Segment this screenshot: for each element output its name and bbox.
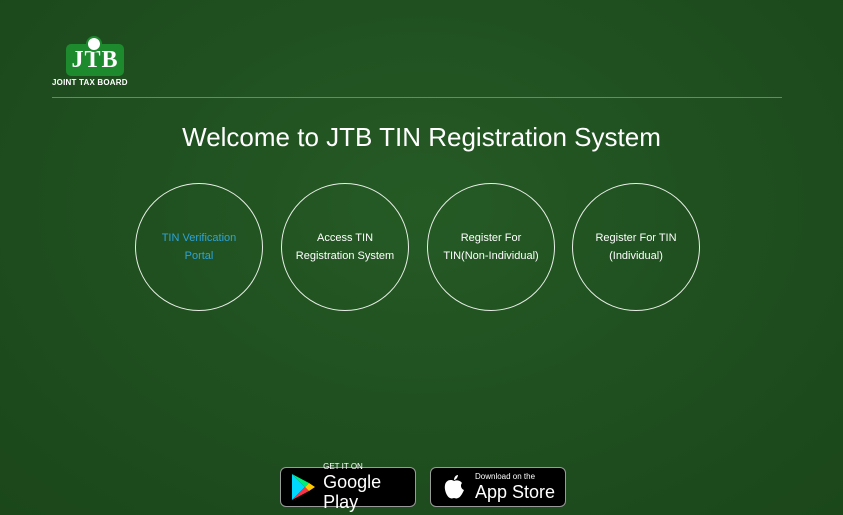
google-play-big-text: Google Play bbox=[323, 472, 382, 512]
tin-verification-portal-button[interactable]: TIN Verification Portal bbox=[135, 183, 263, 311]
google-play-badge[interactable]: GET IT ON Google Play bbox=[280, 462, 416, 512]
register-non-individual-button[interactable]: Register For TIN(Non-Individual) bbox=[427, 183, 555, 311]
app-store-badge[interactable]: Download on the App Store bbox=[430, 467, 566, 507]
coat-of-arms-icon bbox=[86, 36, 102, 52]
option-label-line1: TIN Verification bbox=[161, 232, 237, 244]
option-label-line2: TIN(Non-Individual) bbox=[443, 250, 539, 262]
option-label-line1: Register For bbox=[460, 232, 522, 244]
option-label-line2: Portal bbox=[184, 250, 214, 262]
jtb-logo[interactable]: JTB JOINT TAX BOARD bbox=[52, 36, 142, 88]
app-store-big-text: App Store bbox=[475, 482, 556, 502]
apple-icon bbox=[439, 472, 469, 502]
option-label: Access TIN Registration System bbox=[293, 229, 397, 265]
access-tin-registration-button[interactable]: Access TIN Registration System bbox=[281, 183, 409, 311]
register-individual-button[interactable]: Register For TIN (Individual) bbox=[572, 183, 700, 311]
option-label: TIN Verification Portal bbox=[147, 229, 251, 265]
option-label-line1: Register For TIN bbox=[595, 232, 677, 244]
google-play-small-text: GET IT ON bbox=[323, 462, 363, 471]
option-label: Register For TIN(Non-Individual) bbox=[439, 229, 543, 265]
option-label-line2: Registration System bbox=[295, 250, 395, 262]
option-label-line2: (Individual) bbox=[609, 250, 663, 262]
option-label-line1: Access TIN bbox=[316, 232, 374, 244]
header-divider bbox=[52, 97, 782, 98]
option-label: Register For TIN (Individual) bbox=[584, 229, 688, 265]
app-store-small-text: Download on the bbox=[475, 472, 536, 481]
logo-caption: JOINT TAX BOARD bbox=[52, 78, 128, 87]
google-play-icon bbox=[289, 472, 317, 502]
page: JTB JOINT TAX BOARD Welcome to JTB TIN R… bbox=[0, 0, 843, 515]
page-title: Welcome to JTB TIN Registration System bbox=[182, 122, 661, 152]
